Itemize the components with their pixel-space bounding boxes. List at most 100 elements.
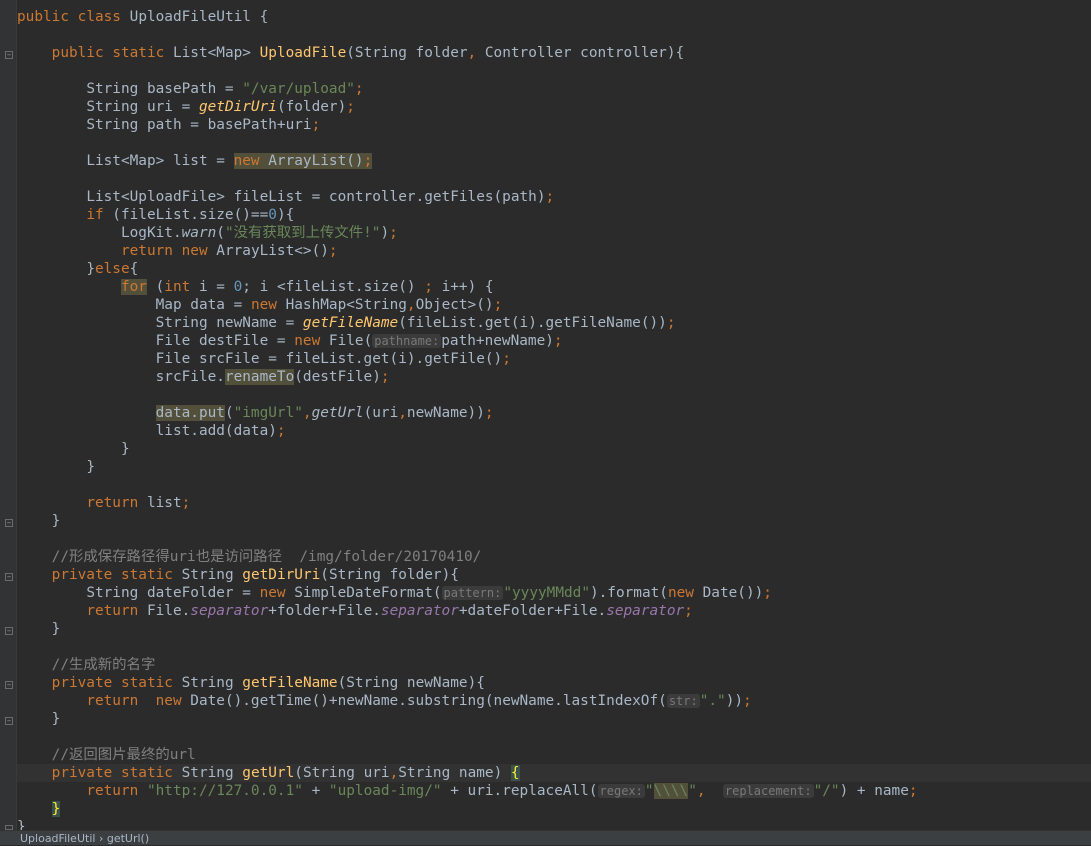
code-line[interactable]: String uri = getDirUri(folder); <box>17 98 1091 116</box>
code-line[interactable]: List<UploadFile> fileList = controller.g… <box>17 188 1091 206</box>
code-line[interactable]: List<Map> list = new ArrayList(); <box>17 152 1091 170</box>
code-token: } <box>51 711 61 727</box>
code-line[interactable]: return File.separator+folder+File.separa… <box>17 602 1091 620</box>
code-token: List<UploadFile> fileList = controller.g… <box>86 189 546 205</box>
code-token: String <box>181 567 243 583</box>
code-line[interactable]: public class UploadFileUtil { <box>17 8 1091 26</box>
code-token: String uri = <box>86 99 199 115</box>
code-line[interactable]: } <box>17 710 1091 728</box>
keyword: static <box>120 567 173 583</box>
code-line[interactable]: File destFile = new File(pathname: path+n… <box>17 332 1091 350</box>
method-call: data.put <box>155 405 225 421</box>
code-token: + <box>302 783 329 799</box>
code-token: ; <box>346 99 355 115</box>
code-line[interactable]: String path = basePath+uri; <box>17 116 1091 134</box>
code-line[interactable]: File srcFile = fileList.get(i).getFile()… <box>17 350 1091 368</box>
code-line[interactable]: //形成保存路径得uri也是访问路径 /img/folder/20170410/ <box>17 548 1091 566</box>
keyword: new <box>233 153 260 169</box>
fold-icon[interactable]: − <box>5 573 13 581</box>
code-token: path+newName) <box>441 333 554 349</box>
keyword: else <box>94 261 130 277</box>
string-literal: "." <box>699 693 726 709</box>
code-line[interactable]: } <box>17 800 1091 818</box>
code-token: newName)) <box>406 405 485 421</box>
code-line[interactable]: } <box>17 818 1091 830</box>
code-line-current[interactable]: private static String getUrl(String uri,… <box>17 764 1091 782</box>
code-line[interactable]: } <box>17 440 1091 458</box>
breadcrumb-bar: UploadFileUtil › getUrl() <box>0 830 1091 845</box>
code-line[interactable]: String basePath = "/var/upload"; <box>17 80 1091 98</box>
code-line[interactable]: String dateFolder = new SimpleDateFormat… <box>17 584 1091 602</box>
code-line[interactable]: private static String getDirUri(String f… <box>17 566 1091 584</box>
fold-icon[interactable]: − <box>5 51 13 59</box>
code-line[interactable]: return list; <box>17 494 1091 512</box>
string-escape: \\\\ <box>653 783 689 799</box>
method-call: renameTo <box>224 369 295 385</box>
fold-icon[interactable]: − <box>5 519 13 527</box>
number-literal: 0 <box>268 207 277 223</box>
code-line[interactable]: data.put("imgUrl",getUrl(uri,newName)); <box>17 404 1091 422</box>
editor-gutter[interactable]: − − − − − − <box>0 0 17 830</box>
keyword: int <box>164 279 191 295</box>
code-token: Date()) <box>693 585 764 601</box>
code-token: ; <box>363 153 373 169</box>
code-line[interactable]: }else{ <box>17 260 1091 278</box>
code-token: List<Map> <box>172 45 260 61</box>
keyword: private <box>51 567 113 583</box>
code-line[interactable]: return new Date().getTime()+newName.subs… <box>17 692 1091 710</box>
code-line[interactable]: if (fileList.size()==0){ <box>17 206 1091 224</box>
breadcrumb-method[interactable]: getUrl() <box>107 832 149 845</box>
code-token: i = <box>190 279 234 295</box>
code-line[interactable]: } <box>17 620 1091 638</box>
string-literal: "/var/upload" <box>242 81 355 97</box>
code-token: ).format( <box>589 585 668 601</box>
fold-icon[interactable]: − <box>5 627 13 635</box>
code-token: String <box>181 765 243 781</box>
code-token: ; <box>424 279 442 295</box>
code-line[interactable]: return new ArrayList<>(); <box>17 242 1091 260</box>
code-line[interactable]: } <box>17 458 1091 476</box>
code-token: )) <box>725 693 744 709</box>
code-token: File. <box>138 603 191 619</box>
breadcrumb-class[interactable]: UploadFileUtil <box>20 832 95 845</box>
keyword: new <box>250 297 277 313</box>
code-line[interactable]: private static String getFileName(String… <box>17 674 1091 692</box>
fold-icon[interactable]: − <box>5 681 13 689</box>
method-call: getUrl <box>311 405 364 421</box>
code-line[interactable]: } <box>17 512 1091 530</box>
code-token: ; <box>666 315 676 331</box>
code-line[interactable]: for (int i = 0; i <fileList.size() ; i++… <box>17 278 1091 296</box>
code-line[interactable]: return "http://127.0.0.1" + "upload-img/… <box>17 782 1091 800</box>
method-call: getFileName <box>302 315 399 331</box>
parameter-hint: str: <box>666 694 700 708</box>
code-line[interactable]: srcFile.renameTo(destFile); <box>17 368 1091 386</box>
code-token: String dateFolder = <box>86 585 260 601</box>
code-line[interactable]: Map data = new HashMap<String,Object>(); <box>17 296 1091 314</box>
code-token: (String folder){ <box>320 567 459 583</box>
code-line[interactable]: LogKit.warn("没有获取到上传文件!"); <box>17 224 1091 242</box>
code-line[interactable]: //生成新的名字 <box>17 656 1091 674</box>
fold-icon[interactable]: − <box>5 717 13 725</box>
code-line[interactable]: list.add(data); <box>17 422 1091 440</box>
code-token: +dateFolder+File. <box>458 603 607 619</box>
code-token: ( <box>216 225 225 241</box>
code-token: , <box>696 783 706 799</box>
code-line[interactable]: //返回图片最终的url <box>17 746 1091 764</box>
keyword: return <box>120 243 173 259</box>
code-editor[interactable]: public class UploadFileUtil { public sta… <box>17 0 1091 830</box>
method-name: getUrl <box>242 765 295 781</box>
string-literal: "upload-img/" <box>328 783 442 799</box>
code-token: Map data = <box>155 297 251 313</box>
code-token: File srcFile = fileList.get(i).getFile() <box>155 351 503 367</box>
code-token: File destFile = <box>155 333 295 349</box>
method-call: warn <box>181 225 217 241</box>
code-token: , <box>467 45 477 61</box>
code-token: File( <box>320 333 373 349</box>
code-token: } <box>17 819 26 830</box>
code-token: +folder+File. <box>268 603 381 619</box>
code-line[interactable]: String newName = getFileName(fileList.ge… <box>17 314 1091 332</box>
keyword: new <box>181 243 208 259</box>
code-token: { <box>129 261 139 277</box>
string-literal: "没有获取到上传文件!" <box>224 225 381 241</box>
code-line[interactable]: public static List<Map> UploadFile(Strin… <box>17 44 1091 62</box>
